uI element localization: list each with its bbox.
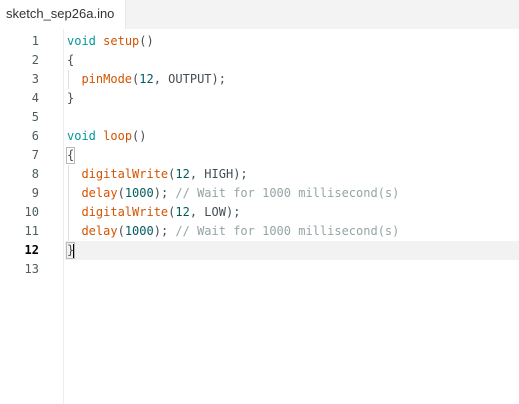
code-number: 1000 [124,224,154,238]
tab-sketch-file[interactable]: sketch_sep26a.ino [0,0,126,29]
code-keyword: void [67,34,96,48]
code-function: pinMode [81,72,133,86]
line-number: 4 [31,91,39,105]
code-line: void loop() [67,127,147,146]
line-number: 8 [31,167,39,181]
code-line: digitalWrite(12, HIGH); [67,165,248,184]
line-number: 9 [31,186,39,200]
code-text: { [65,147,76,164]
code-text: () [139,34,154,48]
text-cursor [73,243,75,258]
code-function: setup [103,34,140,48]
code-comment: // Wait for 1000 millisecond(s) [175,186,400,200]
code-number: 12 [175,205,190,219]
tab-label: sketch_sep26a.ino [6,6,115,21]
code-text: { [67,53,75,67]
code-text: ( [117,224,125,238]
line-number: 2 [31,53,39,67]
code-function: digitalWrite [81,205,169,219]
code-text: () [132,129,147,143]
code-text: , LOW); [189,205,241,219]
code-line: } [65,241,76,260]
code-line: { [65,146,76,165]
code-function: delay [81,224,118,238]
code-line: delay(1000); // Wait for 1000 millisecon… [67,222,399,241]
current-line-highlight [65,241,519,260]
line-number: 10 [24,205,39,219]
code-number: 12 [175,167,190,181]
code-line: { [67,51,74,70]
code-text: ); [153,186,176,200]
code-comment: // Wait for 1000 millisecond(s) [175,224,400,238]
line-number: 5 [31,110,39,124]
code-line: digitalWrite(12, LOW); [67,203,240,222]
code-line: } [67,89,74,108]
code-line: void setup() [67,32,154,51]
code-editor[interactable]: 1 2 3 4 5 6 7 8 9 10 11 12 13 void setup(){ pinMode(… [0,29,519,404]
code-function: digitalWrite [81,167,169,181]
code-keyword: void [67,129,96,143]
tab-bar: sketch_sep26a.ino [0,0,519,29]
code-text: , HIGH); [189,167,248,181]
line-number: 1 [31,34,39,48]
code-text: } [67,91,75,105]
code-function: delay [81,186,118,200]
code-text: ( [117,186,125,200]
line-number-gutter: 1 2 3 4 5 6 7 8 9 10 11 12 13 [0,29,64,404]
line-number: 3 [31,72,39,86]
code-number: 1000 [124,186,154,200]
line-number: 7 [31,148,39,162]
line-number: 12 [24,243,39,257]
line-number: 11 [24,224,39,238]
code-number: 12 [139,72,154,86]
code-line: delay(1000); // Wait for 1000 millisecon… [67,184,399,203]
code-text: ); [153,224,176,238]
line-number: 6 [31,129,39,143]
code-function: loop [103,129,133,143]
line-number: 13 [24,262,39,276]
code-line: pinMode(12, OUTPUT); [67,70,226,89]
code-text: , OUTPUT); [153,72,226,86]
